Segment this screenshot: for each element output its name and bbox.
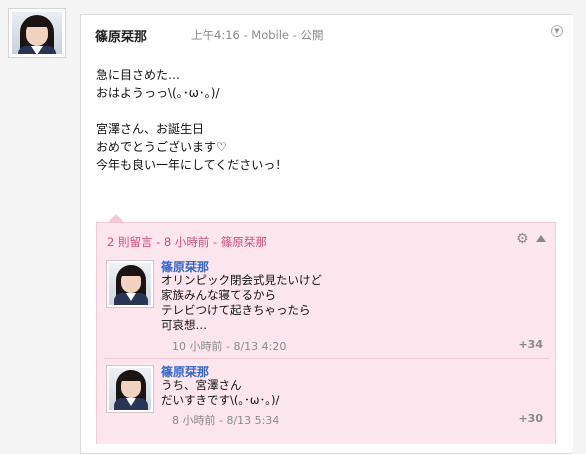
comment-author-avatar[interactable] xyxy=(106,365,154,413)
plus-one-count[interactable]: +30 xyxy=(518,412,543,425)
avatar-photo xyxy=(109,263,151,305)
post-author-avatar[interactable] xyxy=(8,8,66,58)
comments-section: 2 則留言 - 8 小時前 - 篠原栞那 ⚙ 篠原栞那 オリンピック閉会式見たい… xyxy=(96,222,556,444)
comment-item: 篠原栞那 うち、宮澤さん だいすきです\(｡･ω･｡)/ 8 小時前 - 8/1… xyxy=(104,363,549,433)
collapse-up-icon[interactable] xyxy=(536,235,546,242)
post-author-name[interactable]: 篠原栞那 xyxy=(95,26,147,45)
avatar-photo xyxy=(109,368,151,410)
comment-text: うち、宮澤さん だいすきです\(｡･ω･｡)/ xyxy=(161,378,280,407)
comment-item: 篠原栞那 オリンピック閉会式見たいけど 家族みんな寝てるから テレビつけて起きち… xyxy=(104,258,549,356)
comment-author-avatar[interactable] xyxy=(106,260,154,308)
post-body-text: 急に目さめた… おはようっっ\(｡･ω･｡)/ 宮澤さん、お誕生日 おめでとうご… xyxy=(96,68,288,172)
chevron-down-circle-icon[interactable]: ▼ xyxy=(551,25,563,37)
comment-divider xyxy=(104,358,549,359)
plus-one-count[interactable]: +34 xyxy=(518,338,543,351)
comments-summary-link[interactable]: 2 則留言 - 8 小時前 - 篠原栞那 xyxy=(107,234,267,250)
comment-timestamp[interactable]: 8 小時前 - 8/13 5:34 xyxy=(172,412,279,428)
post-meta[interactable]: 上午4:16 - Mobile - 公開 xyxy=(191,27,323,43)
comment-timestamp[interactable]: 10 小時前 - 8/13 4:20 xyxy=(172,338,286,354)
avatar-photo xyxy=(12,12,62,54)
comment-text: オリンピック閉会式見たいけど 家族みんな寝てるから テレビつけて起きちゃったら … xyxy=(161,273,322,332)
gear-icon[interactable]: ⚙ xyxy=(516,232,530,246)
